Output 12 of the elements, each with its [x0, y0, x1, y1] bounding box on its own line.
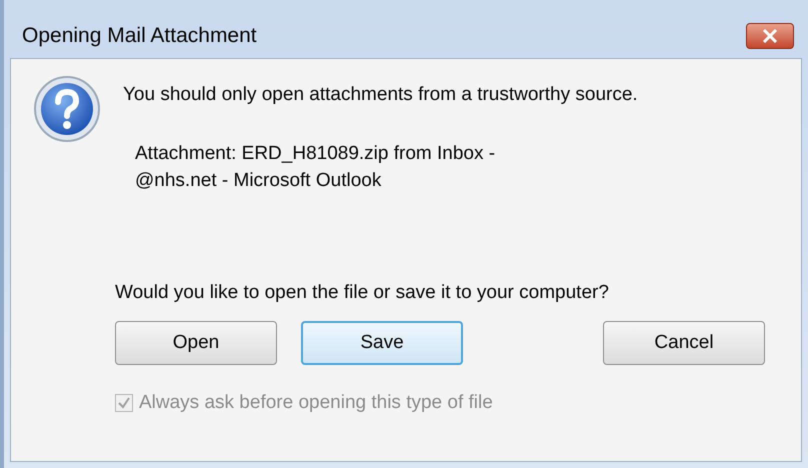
close-button[interactable]	[746, 23, 794, 49]
attachment-text: Attachment: ERD_H81089.zip from Inbox -	[135, 142, 496, 166]
dialog-button[interactable]: Cancel	[603, 321, 765, 365]
checkbox-label: Always ask before opening this type of file	[139, 391, 493, 415]
close-icon	[762, 29, 778, 43]
question-icon	[33, 75, 101, 143]
message-text: You should only open attachments from a trustworthy source.	[123, 83, 638, 107]
dialog-button[interactable]: Save	[301, 321, 463, 365]
window-title: Opening Mail Attachment	[22, 23, 257, 50]
attachment-text: @nhs.net - Microsoft Outlook	[135, 168, 382, 192]
dialog-button[interactable]: Open	[115, 321, 277, 365]
question-text: Would you like to open the file or save it to your computer?	[114, 280, 610, 304]
